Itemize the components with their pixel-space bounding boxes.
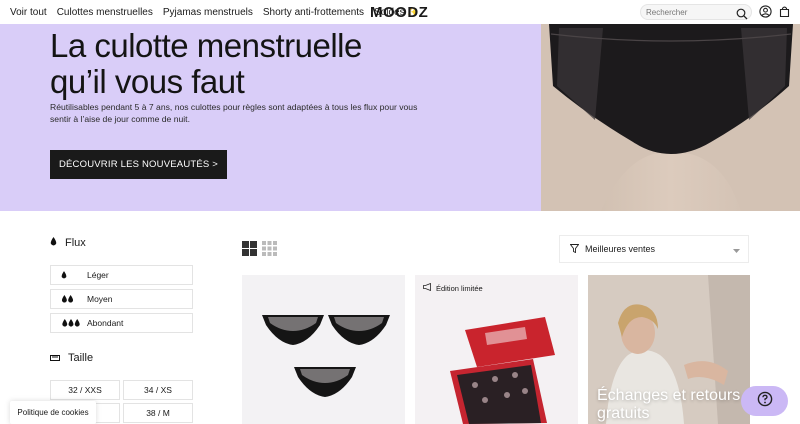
filter-flux-title: Flux [65, 237, 86, 249]
hero-title-line1: La culotte menstruelle [50, 27, 362, 64]
search-box [640, 4, 752, 20]
drop-icon [51, 271, 87, 279]
question-icon [757, 391, 773, 412]
nav-link-pyjamas[interactable]: Pyjamas menstruels [163, 7, 253, 18]
filter-option-abondant[interactable]: Abondant [50, 313, 193, 333]
grid-large-icon[interactable] [242, 241, 257, 261]
search-input[interactable] [641, 7, 733, 17]
discover-new-button[interactable]: DÉCOUVRIR LES NOUVEAUTÉS > [50, 150, 227, 179]
cart-icon[interactable] [778, 5, 791, 23]
filter-taille-title: Taille [68, 352, 94, 364]
megaphone-icon [423, 282, 432, 293]
product-image [450, 317, 555, 424]
help-button[interactable] [741, 386, 788, 416]
filter-option-label: Léger [87, 270, 109, 280]
filter-option-label: Abondant [87, 318, 124, 328]
size-option-34[interactable]: 34 / XS [123, 380, 193, 400]
size-option-32[interactable]: 32 / XXS [50, 380, 120, 400]
promo-title: Échanges et retours gratuits [597, 387, 741, 422]
filter-taille-heading[interactable]: Taille [50, 352, 93, 364]
product-image [262, 315, 390, 397]
filter-funnel-icon [569, 243, 580, 255]
product-card[interactable] [242, 275, 405, 424]
nav-link-voir-tout[interactable]: Voir tout [10, 7, 47, 18]
cookie-policy-button[interactable]: Politique de cookies [10, 401, 96, 424]
hero-title-line2: qu’il vous faut [50, 63, 245, 100]
limited-edition-label: Édition limitée [436, 283, 483, 293]
sort-selected-value: Meilleures ventes [585, 244, 656, 254]
promo-card[interactable]: Échanges et retours gratuits [588, 275, 750, 424]
hero-description: Réutilisables pendant 5 à 7 ans, nos cul… [50, 102, 418, 124]
top-nav: Voir tout Culottes menstruelles Pyjamas … [0, 0, 800, 24]
nav-link-shorty[interactable]: Shorty anti-frottements [263, 7, 364, 18]
filter-flux-heading[interactable]: Flux [50, 237, 86, 249]
drops-icon [51, 295, 87, 303]
chevron-down-icon [733, 246, 740, 256]
hero-banner: La culotte menstruelle qu’il vous faut R… [0, 24, 800, 211]
filter-option-leger[interactable]: Léger [50, 265, 193, 285]
grid-small-icon[interactable] [262, 241, 277, 261]
size-option-38[interactable]: 38 / M [123, 403, 193, 423]
nav-link-culottes[interactable]: Culottes menstruelles [57, 7, 153, 18]
product-card[interactable]: Édition limitée [415, 275, 578, 424]
account-icon[interactable] [759, 5, 772, 23]
hero-model-photo [541, 24, 800, 211]
search-icon[interactable] [736, 7, 748, 25]
drops-icon [51, 319, 87, 327]
sort-select[interactable]: Meilleures ventes [559, 235, 749, 263]
limited-edition-badge: Édition limitée [423, 282, 483, 293]
brand-logo[interactable]: MOODZ [370, 4, 428, 21]
drop-icon [50, 237, 57, 249]
nav-links: Voir tout Culottes menstruelles Pyjamas … [0, 7, 419, 18]
filter-option-moyen[interactable]: Moyen [50, 289, 193, 309]
ruler-icon [50, 352, 60, 364]
hero-title: La culotte menstruelle qu’il vous faut [50, 28, 362, 100]
filter-option-label: Moyen [87, 294, 113, 304]
